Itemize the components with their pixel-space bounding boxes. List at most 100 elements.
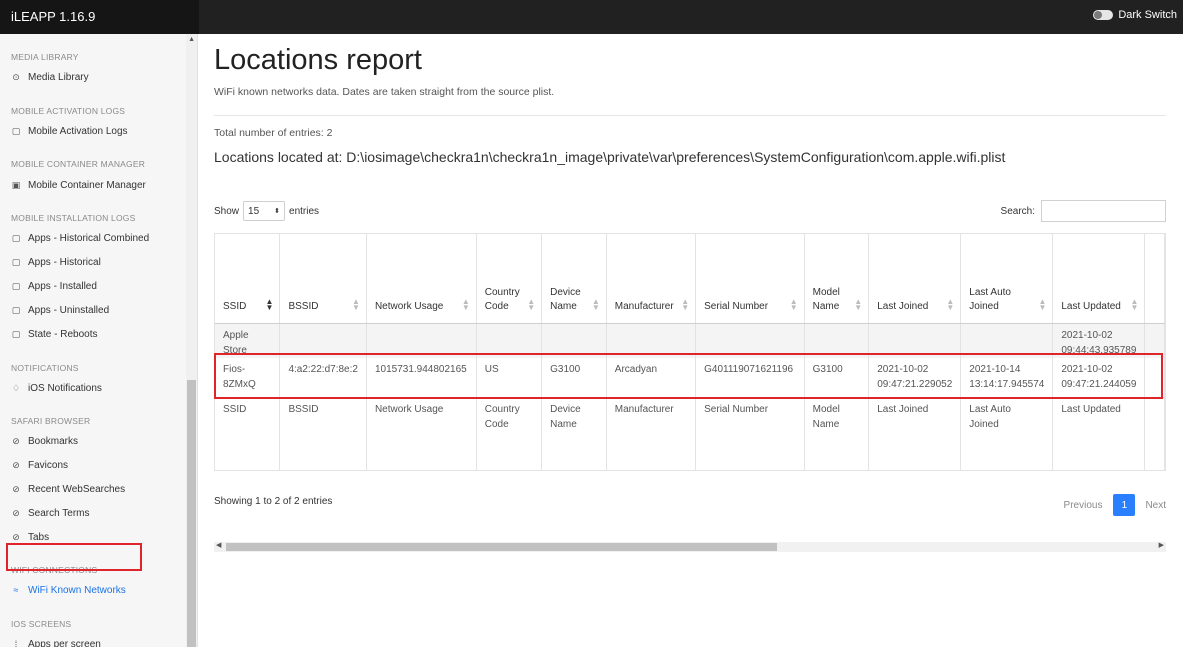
clipboard-icon: ▢ xyxy=(11,280,21,291)
page-subtitle: WiFi known networks data. Dates are take… xyxy=(214,86,555,98)
footer-network-usage: Network Usage xyxy=(366,397,477,470)
sort-icon: ▲ ▼ xyxy=(681,296,690,312)
column-header-overflow xyxy=(1144,234,1165,324)
footer-last-joined: Last Joined xyxy=(868,397,962,470)
sidebar-scrollbar-thumb[interactable] xyxy=(187,380,196,647)
page-1-button[interactable]: 1 xyxy=(1113,494,1136,516)
wifi-icon: ≈ xyxy=(13,585,19,595)
sidebar-item-apps-uninstalled[interactable]: ▢ Apps - Uninstalled xyxy=(11,303,109,317)
sort-icon: ▲ ▼ xyxy=(1130,296,1139,312)
app-title[interactable]: iLEAPP 1.16.9 xyxy=(0,0,199,34)
footer-country-code: Country Code xyxy=(476,397,543,470)
page-length-select[interactable]: 15 ⬍ xyxy=(243,201,286,221)
column-header-model-name[interactable]: Model Name ▲ ▼ xyxy=(804,234,870,324)
sidebar-item-state-reboots[interactable]: ▢ State - Reboots xyxy=(11,327,98,341)
table-footer-row: SSID BSSID Network Usage Country Code Dev… xyxy=(215,397,1165,470)
horizontal-scrollbar-thumb[interactable] xyxy=(226,543,777,551)
sidebar-item-wifi-known-networks[interactable]: ≈ WiFi Known Networks xyxy=(11,583,126,597)
column-header-manufacturer[interactable]: Manufacturer ▲ ▼ xyxy=(606,234,697,324)
page-length-control: Show 15 ⬍ entries xyxy=(214,201,319,221)
dark-switch[interactable]: Dark Switch xyxy=(1093,9,1177,21)
column-header-last-auto-joined[interactable]: Last Auto Joined ▲ ▼ xyxy=(960,234,1054,324)
showing-info: Showing 1 to 2 of 2 entries xyxy=(214,496,333,507)
sidebar-heading-safari-browser: SAFARI BROWSER xyxy=(11,416,91,426)
column-header-bssid[interactable]: BSSID ▲ ▼ xyxy=(279,234,367,324)
previous-button[interactable]: Previous xyxy=(1064,500,1103,511)
column-header-country-code[interactable]: Country Code ▲ ▼ xyxy=(476,234,543,324)
footer-bssid: BSSID xyxy=(279,397,367,470)
column-header-network-usage[interactable]: Network Usage ▲ ▼ xyxy=(366,234,477,324)
footer-last-updated: Last Updated xyxy=(1052,397,1146,470)
clipboard-icon: ▢ xyxy=(11,304,21,315)
page-title: Locations report xyxy=(214,44,422,76)
sidebar-heading-mobile-container-manager: MOBILE CONTAINER MANAGER xyxy=(11,159,146,169)
sort-icon: ▲ ▼ xyxy=(591,296,600,312)
clipboard-icon: ▢ xyxy=(11,125,21,136)
compass-icon: ⊘ xyxy=(12,435,20,446)
sidebar-item-mobile-activation-logs[interactable]: ▢ Mobile Activation Logs xyxy=(11,124,128,138)
footer-manufacturer: Manufacturer xyxy=(606,397,697,470)
sort-icon: ▲ ▼ xyxy=(946,296,955,312)
footer-device-name: Device Name xyxy=(541,397,607,470)
sort-icon: ▲ ▼ xyxy=(461,296,470,312)
top-navbar: iLEAPP 1.16.9 Dark Switch xyxy=(0,0,1183,34)
column-header-last-joined[interactable]: Last Joined ▲ ▼ xyxy=(868,234,962,324)
sidebar-item-search-terms[interactable]: ⊘ Search Terms xyxy=(11,506,89,520)
compass-icon: ⊘ xyxy=(12,531,20,542)
highlight-box-row xyxy=(214,353,1163,399)
sidebar-item-media-library[interactable]: ⊙ Media Library xyxy=(11,70,88,84)
play-circle-icon: ⊙ xyxy=(12,71,20,82)
sort-icon: ▲ ▼ xyxy=(1038,296,1047,312)
footer-serial-number: Serial Number xyxy=(695,397,805,470)
sidebar-item-bookmarks[interactable]: ⊘ Bookmarks xyxy=(11,434,78,448)
column-header-device-name[interactable]: Device Name ▲ ▼ xyxy=(541,234,607,324)
sidebar-heading-media-library: MEDIA LIBRARY xyxy=(11,52,79,62)
sort-icon: ▲ ▼ xyxy=(352,296,360,312)
sort-icon: ▲ ▼ xyxy=(854,296,863,312)
total-entries: Total number of entries: 2 xyxy=(214,127,333,139)
sidebar-item-tabs[interactable]: ⊘ Tabs xyxy=(11,530,49,544)
highlight-box-sidebar xyxy=(6,543,142,571)
sort-icon: ▲ ▼ xyxy=(527,296,536,312)
footer-model-name: Model Name xyxy=(804,397,870,470)
footer-last-auto-joined: Last Auto Joined xyxy=(960,397,1054,470)
column-header-last-updated[interactable]: Last Updated ▲ ▼ xyxy=(1052,234,1146,324)
sidebar-item-mobile-container-manager[interactable]: ▣ Mobile Container Manager xyxy=(11,178,146,192)
compass-icon: ⊘ xyxy=(12,507,20,518)
next-button[interactable]: Next xyxy=(1145,500,1166,511)
search-control: Search: xyxy=(1001,200,1166,222)
footer-overflow xyxy=(1144,397,1165,470)
scroll-up-arrow-icon[interactable]: ▲ xyxy=(188,36,195,43)
bell-icon: ♢ xyxy=(11,382,21,393)
sidebar-item-favicons[interactable]: ⊘ Favicons xyxy=(11,458,68,472)
column-header-serial-number[interactable]: Serial Number ▲ ▼ xyxy=(695,234,805,324)
scroll-right-arrow-icon[interactable]: ▶ xyxy=(1159,541,1164,549)
clipboard-icon: ▢ xyxy=(11,232,21,243)
sidebar-item-apps-per-screen[interactable]: ⁞ Apps per screen xyxy=(11,637,101,647)
grid-icon: ⁞ xyxy=(14,639,18,647)
column-header-ssid[interactable]: SSID ▲ ▼ xyxy=(215,234,281,324)
clipboard-icon: ▢ xyxy=(11,328,21,339)
search-input[interactable] xyxy=(1041,200,1166,222)
search-label: Search: xyxy=(1000,205,1035,217)
sidebar-heading-notifications: NOTIFICATIONS xyxy=(11,363,79,373)
data-table: SSID ▲ ▼ BSSID ▲ ▼ Network Usage ▲ ▼ Country Co… xyxy=(214,233,1166,471)
scroll-left-arrow-icon[interactable]: ◀ xyxy=(216,541,221,549)
sidebar-scrollbar[interactable]: ▲ xyxy=(186,34,197,647)
divider xyxy=(214,115,1166,116)
save-icon: ▣ xyxy=(11,179,21,190)
page-length-value: 15 xyxy=(248,205,260,217)
dark-switch-toggle-icon[interactable] xyxy=(1093,10,1114,20)
sidebar-heading-ios-screens: IOS SCREENS xyxy=(11,619,72,629)
select-arrows-icon: ⬍ xyxy=(274,208,281,215)
sidebar-item-apps-historical[interactable]: ▢ Apps - Historical xyxy=(11,255,101,269)
sort-asc-icon: ▲ ▼ xyxy=(265,296,274,312)
compass-icon: ⊘ xyxy=(12,483,20,494)
sidebar-item-apps-installed[interactable]: ▢ Apps - Installed xyxy=(11,279,97,293)
footer-ssid: SSID xyxy=(215,397,281,470)
sidebar-item-recent-websearches[interactable]: ⊘ Recent WebSearches xyxy=(11,482,125,496)
sidebar-item-ios-notifications[interactable]: ♢ iOS Notifications xyxy=(11,381,102,395)
sidebar-heading-mobile-activation-logs: MOBILE ACTIVATION LOGS xyxy=(11,106,126,116)
sidebar-item-apps-historical-combined[interactable]: ▢ Apps - Historical Combined xyxy=(11,231,149,245)
table-horizontal-scrollbar[interactable]: ◀ ▶ xyxy=(214,542,1166,552)
